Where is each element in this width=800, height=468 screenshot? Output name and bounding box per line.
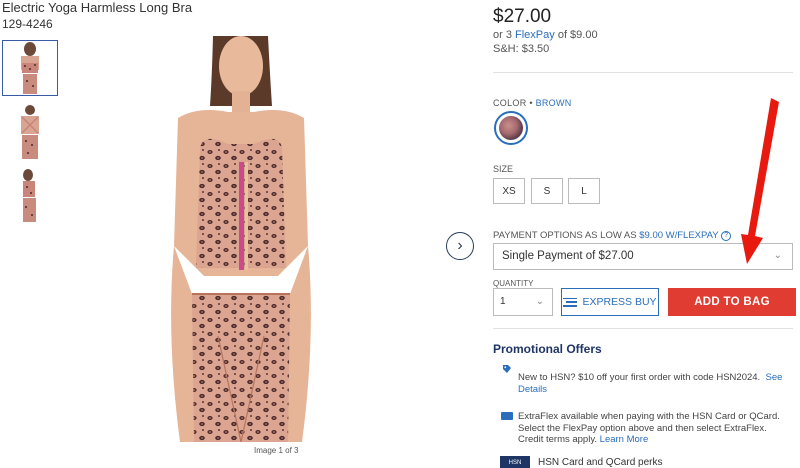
shipping-handling: S&H: $3.50 (493, 43, 550, 55)
size-option-l[interactable]: L (568, 178, 600, 204)
promo-offer-1-text: New to HSN? $10 off your first order wit… (518, 372, 761, 383)
flexpay-link[interactable]: FlexPay (515, 29, 555, 41)
credit-card-icon (501, 412, 513, 420)
annotation-arrow (741, 98, 779, 264)
hsn-card-icon: HSN (500, 456, 530, 468)
thumbnail-1[interactable] (2, 40, 58, 96)
quantity-select[interactable]: 1 ⌄ (493, 288, 553, 316)
main-product-image[interactable] (158, 36, 324, 443)
payment-option-select[interactable]: Single Payment of $27.00 ⌄ (493, 243, 793, 270)
product-number: 129-4246 (2, 17, 53, 31)
color-swatch-brown[interactable] (494, 111, 528, 145)
divider (493, 328, 793, 329)
flexpay-prefix: or 3 (493, 29, 516, 41)
color-label: COLOR • BROWN (493, 98, 572, 108)
express-buy-label: EXPRESS BUY (582, 296, 657, 308)
add-to-bag-button[interactable]: ADD TO BAG (668, 288, 796, 316)
thumbnail-3[interactable] (2, 168, 58, 224)
color-value: BROWN (535, 98, 572, 108)
thumbnail-image-2 (21, 105, 39, 159)
chevron-down-icon: ⌄ (535, 296, 544, 307)
product-price: $27.00 (493, 6, 552, 27)
color-separator: • (526, 98, 536, 108)
chevron-down-icon: ⌄ (773, 250, 782, 261)
model-image (158, 36, 324, 443)
learn-more-link[interactable]: Learn More (600, 434, 649, 445)
express-buy-button[interactable]: EXPRESS BUY (561, 288, 659, 316)
quantity-value: 1 (500, 296, 506, 307)
size-label: SIZE (493, 164, 514, 174)
flexpay-summary: or 3 FlexPay of $9.00 (493, 29, 598, 41)
tag-icon (503, 365, 511, 373)
promotional-offers-heading: Promotional Offers (493, 342, 602, 356)
promo-offer-new-customer: New to HSN? $10 off your first order wit… (518, 372, 788, 396)
thumbnail-list (2, 40, 58, 232)
swatch-image (499, 116, 523, 140)
promo-offer-2-text: ExtraFlex available when paying with the… (518, 411, 780, 445)
promo-offer-extraflex: ExtraFlex available when paying with the… (518, 411, 793, 446)
hsn-card-perks[interactable]: HSN Card and QCard perks (538, 457, 663, 468)
size-option-xs[interactable]: XS (493, 178, 525, 204)
size-option-s[interactable]: S (531, 178, 563, 204)
help-icon[interactable]: ? (721, 230, 732, 241)
payment-label-prefix: PAYMENT OPTIONS AS LOW AS (493, 230, 640, 241)
flexpay-options-link[interactable]: $9.00 W/FLEXPAY (639, 230, 718, 241)
payment-options-label: PAYMENT OPTIONS AS LOW AS $9.00 W/FLEXPA… (493, 230, 732, 241)
color-label-text: COLOR (493, 98, 527, 108)
chevron-right-icon: › (457, 237, 463, 254)
divider (493, 72, 793, 73)
thumbnail-2[interactable] (2, 104, 58, 160)
quantity-label: QUANTITY (493, 279, 534, 288)
image-counter: Image 1 of 3 (254, 446, 299, 455)
express-lines-icon (563, 297, 578, 307)
flexpay-suffix: of $9.00 (554, 29, 598, 41)
product-title: Electric Yoga Harmless Long Bra (2, 0, 193, 15)
thumbnail-image-3 (23, 169, 36, 222)
next-image-button[interactable]: › (446, 232, 474, 260)
thumbnail-image-1 (21, 42, 39, 94)
payment-selected-value: Single Payment of $27.00 (502, 250, 634, 262)
